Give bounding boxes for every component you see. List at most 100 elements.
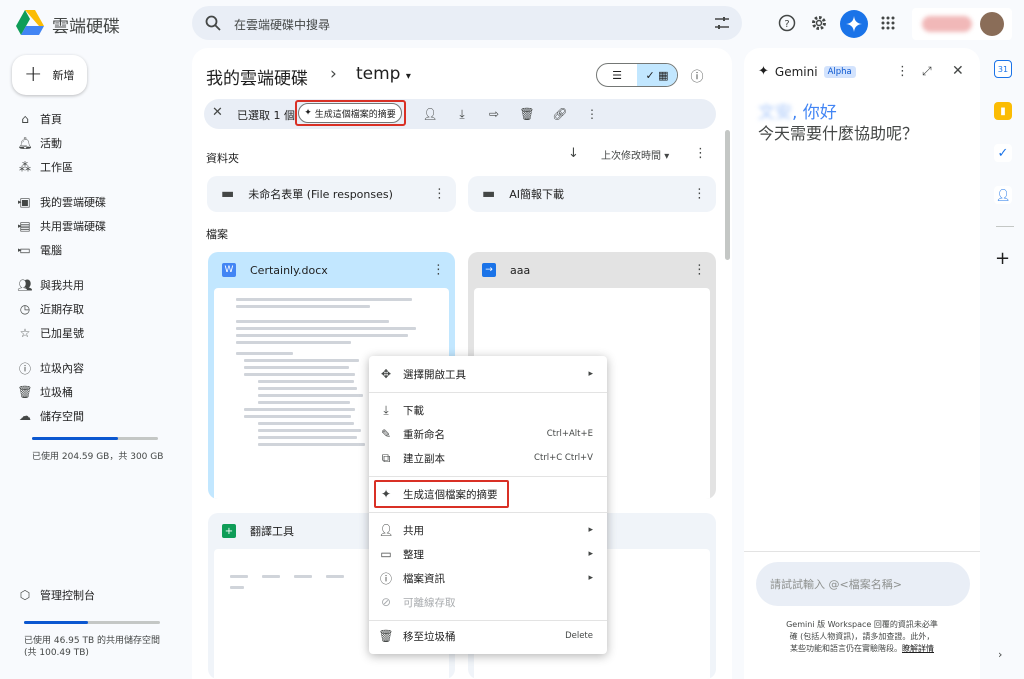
search-input[interactable]: 在雲端硬碟中搜尋	[234, 16, 330, 33]
new-button-label: 新增	[52, 69, 75, 82]
folder-options-icon[interactable]: ⋮	[694, 146, 707, 161]
menu-item-label: 共用	[403, 524, 424, 537]
side-apps-rail: 31 ▮ ✓ 👤︎ + ›	[986, 48, 1024, 679]
contacts-icon[interactable]: 👤︎	[994, 186, 1012, 204]
more-options-icon[interactable]: ⋮	[433, 187, 446, 202]
sidebar-item-label: 垃圾桶	[40, 386, 73, 399]
submenu-arrow-icon: ▸	[588, 525, 593, 535]
spam-icon: ⓘ	[18, 361, 31, 376]
keep-icon[interactable]: ▮	[994, 102, 1012, 120]
close-icon[interactable]: ✕	[952, 63, 964, 79]
search-bar[interactable]: 在雲端硬碟中搜尋	[192, 6, 742, 40]
plus-icon: +	[24, 62, 43, 87]
sidebar-item-label: 首頁	[40, 113, 62, 126]
sidebar-item-home[interactable]: ⌂ 首頁	[10, 108, 185, 130]
menu-item-open-with[interactable]: ✥ 選擇開啟工具 ▸	[369, 362, 607, 386]
info-icon: ⓘ	[379, 571, 392, 586]
sidebar-item-computers[interactable]: ▸ ▭ 電腦	[10, 239, 185, 261]
learn-more-link[interactable]: 瞭解詳情	[902, 644, 934, 653]
breadcrumb-separator: ›	[330, 64, 337, 84]
sort-dropdown[interactable]: 上次修改時間 ▾	[601, 147, 669, 162]
menu-item-share[interactable]: 👤︎ 共用 ▸	[369, 518, 607, 542]
copy-link-icon[interactable]: 🔗︎	[552, 106, 568, 122]
share-add-person-icon[interactable]: 👤︎	[422, 106, 438, 122]
people-icon: 👥︎	[17, 278, 33, 292]
expand-side-panel-chevron-icon[interactable]: ›	[998, 648, 1002, 661]
sidebar-item-trash[interactable]: 🗑︎ 垃圾桶	[10, 381, 185, 403]
sidebar-item-label: 已加星號	[40, 327, 84, 340]
download-icon[interactable]: ⤓	[454, 106, 470, 122]
move-to-folder-icon[interactable]: ⇨	[486, 106, 502, 122]
menu-item-make-copy[interactable]: ⧉ 建立副本 Ctrl+C Ctrl+V	[369, 446, 607, 470]
account-area[interactable]	[912, 8, 1012, 40]
sidebar-item-shared-with-me[interactable]: 👥︎ 與我共用	[10, 274, 185, 296]
menu-item-organize[interactable]: ▭ 整理 ▸	[369, 542, 607, 566]
more-options-icon[interactable]: ⋮	[432, 263, 445, 278]
sidebar-item-recent[interactable]: ◷ 近期存取	[10, 298, 185, 320]
view-toggle[interactable]: ☰ ✓ ▦	[596, 63, 678, 87]
more-actions-icon[interactable]: ⋮	[584, 106, 600, 122]
summarize-chip-button[interactable]: ✦ 生成這個檔案的摘要	[298, 103, 402, 123]
gemini-header: ✦ Gemini Alpha	[758, 64, 856, 79]
tasks-icon[interactable]: ✓	[994, 144, 1012, 162]
disclaimer-line: 確 (包括人物資訊)，請多加查證。此外，	[789, 632, 935, 641]
more-options-icon[interactable]: ⋮	[693, 187, 706, 202]
sparkle-icon: ✦	[758, 64, 769, 79]
expand-icon[interactable]: ⤢	[922, 64, 932, 79]
breadcrumb-current[interactable]: temp ▾	[356, 64, 411, 84]
grid-view-icon[interactable]: ✓ ▦	[637, 64, 677, 86]
storage-text: 已使用 204.59 GB，共 300 GB	[32, 452, 164, 462]
menu-item-label: 可離線存取	[403, 596, 456, 609]
search-options-icon[interactable]	[714, 15, 730, 31]
breadcrumb-root[interactable]: 我的雲端硬碟	[206, 64, 308, 89]
add-app-plus-icon[interactable]: +	[995, 248, 1010, 269]
gemini-button[interactable]	[840, 10, 868, 38]
apps-grid-icon[interactable]	[878, 13, 898, 33]
sidebar-item-spam[interactable]: ⓘ 垃圾內容	[10, 357, 185, 379]
drive-logo-icon[interactable]	[16, 10, 44, 36]
sidebar-item-activity[interactable]: 🔔︎ 活動	[10, 132, 185, 154]
clear-selection-close-icon[interactable]: ✕	[212, 105, 223, 120]
sidebar-item-label: 我的雲端硬碟	[40, 196, 106, 209]
help-icon[interactable]: ?	[777, 13, 797, 33]
trash-icon[interactable]: 🗑︎	[519, 106, 535, 122]
menu-item-move-to-trash[interactable]: 🗑︎ 移至垃圾桶 Delete	[369, 624, 607, 648]
menu-item-offline[interactable]: ⊘ 可離線存取	[369, 590, 607, 614]
search-icon[interactable]	[204, 14, 222, 32]
more-options-icon[interactable]: ⋮	[693, 263, 706, 278]
sidebar-item-shared-drives[interactable]: ▸ ▤ 共用雲端硬碟	[10, 215, 185, 237]
sidebar-item-starred[interactable]: ☆ 已加星號	[10, 322, 185, 344]
sheets-icon: +	[222, 524, 236, 538]
folder-icon: ▭	[380, 547, 392, 561]
menu-item-file-info[interactable]: ⓘ 檔案資訊 ▸	[369, 566, 607, 590]
calendar-icon[interactable]: 31	[994, 60, 1012, 78]
expand-caret-icon[interactable]: ▸	[18, 222, 22, 230]
folder-name: AI簡報下載	[509, 188, 565, 201]
shared-drives-icon: ▤	[19, 219, 31, 233]
menu-item-summarize[interactable]: ✦ 生成這個檔案的摘要	[369, 482, 607, 506]
sort-direction-arrow-icon[interactable]: ↓	[568, 146, 579, 161]
main-scrollbar[interactable]	[725, 130, 730, 260]
menu-item-download[interactable]: ⤓ 下載	[369, 398, 607, 422]
expand-caret-icon[interactable]: ▸	[18, 246, 22, 254]
sparkle-icon: ✦	[380, 487, 392, 501]
admin-console-link[interactable]: ⬡ 管理控制台	[10, 584, 185, 606]
computer-icon: ▭	[19, 243, 31, 257]
menu-item-rename[interactable]: ✎ 重新命名 Ctrl+Alt+E	[369, 422, 607, 446]
new-button[interactable]: + 新增	[12, 55, 87, 95]
folder-item[interactable]: ▬ AI簡報下載 ⋮	[468, 176, 716, 212]
sidebar-item-my-drive[interactable]: ▸ ▣ 我的雲端硬碟	[10, 191, 185, 213]
file-name: aaa	[510, 263, 531, 277]
list-view-icon[interactable]: ☰	[597, 64, 637, 86]
gemini-prompt-input[interactable]: 請試試輸入 @<檔案名稱>	[756, 562, 970, 606]
sidebar-item-storage[interactable]: ☁ 儲存空間	[10, 405, 185, 427]
sidebar-item-label: 儲存空間	[40, 410, 84, 423]
more-options-icon[interactable]: ⋮	[896, 64, 909, 79]
expand-caret-icon[interactable]: ▸	[18, 198, 22, 206]
avatar[interactable]	[980, 12, 1004, 36]
folder-item[interactable]: ▬ 未命名表單 (File responses) ⋮	[207, 176, 456, 212]
details-info-icon[interactable]: ⓘ	[688, 66, 706, 85]
settings-gear-icon[interactable]	[809, 13, 829, 33]
disclaimer-line: Gemini 版 Workspace 回覆的資訊未必準	[786, 620, 938, 629]
sidebar-item-workspaces[interactable]: ⁂ 工作區	[10, 156, 185, 178]
